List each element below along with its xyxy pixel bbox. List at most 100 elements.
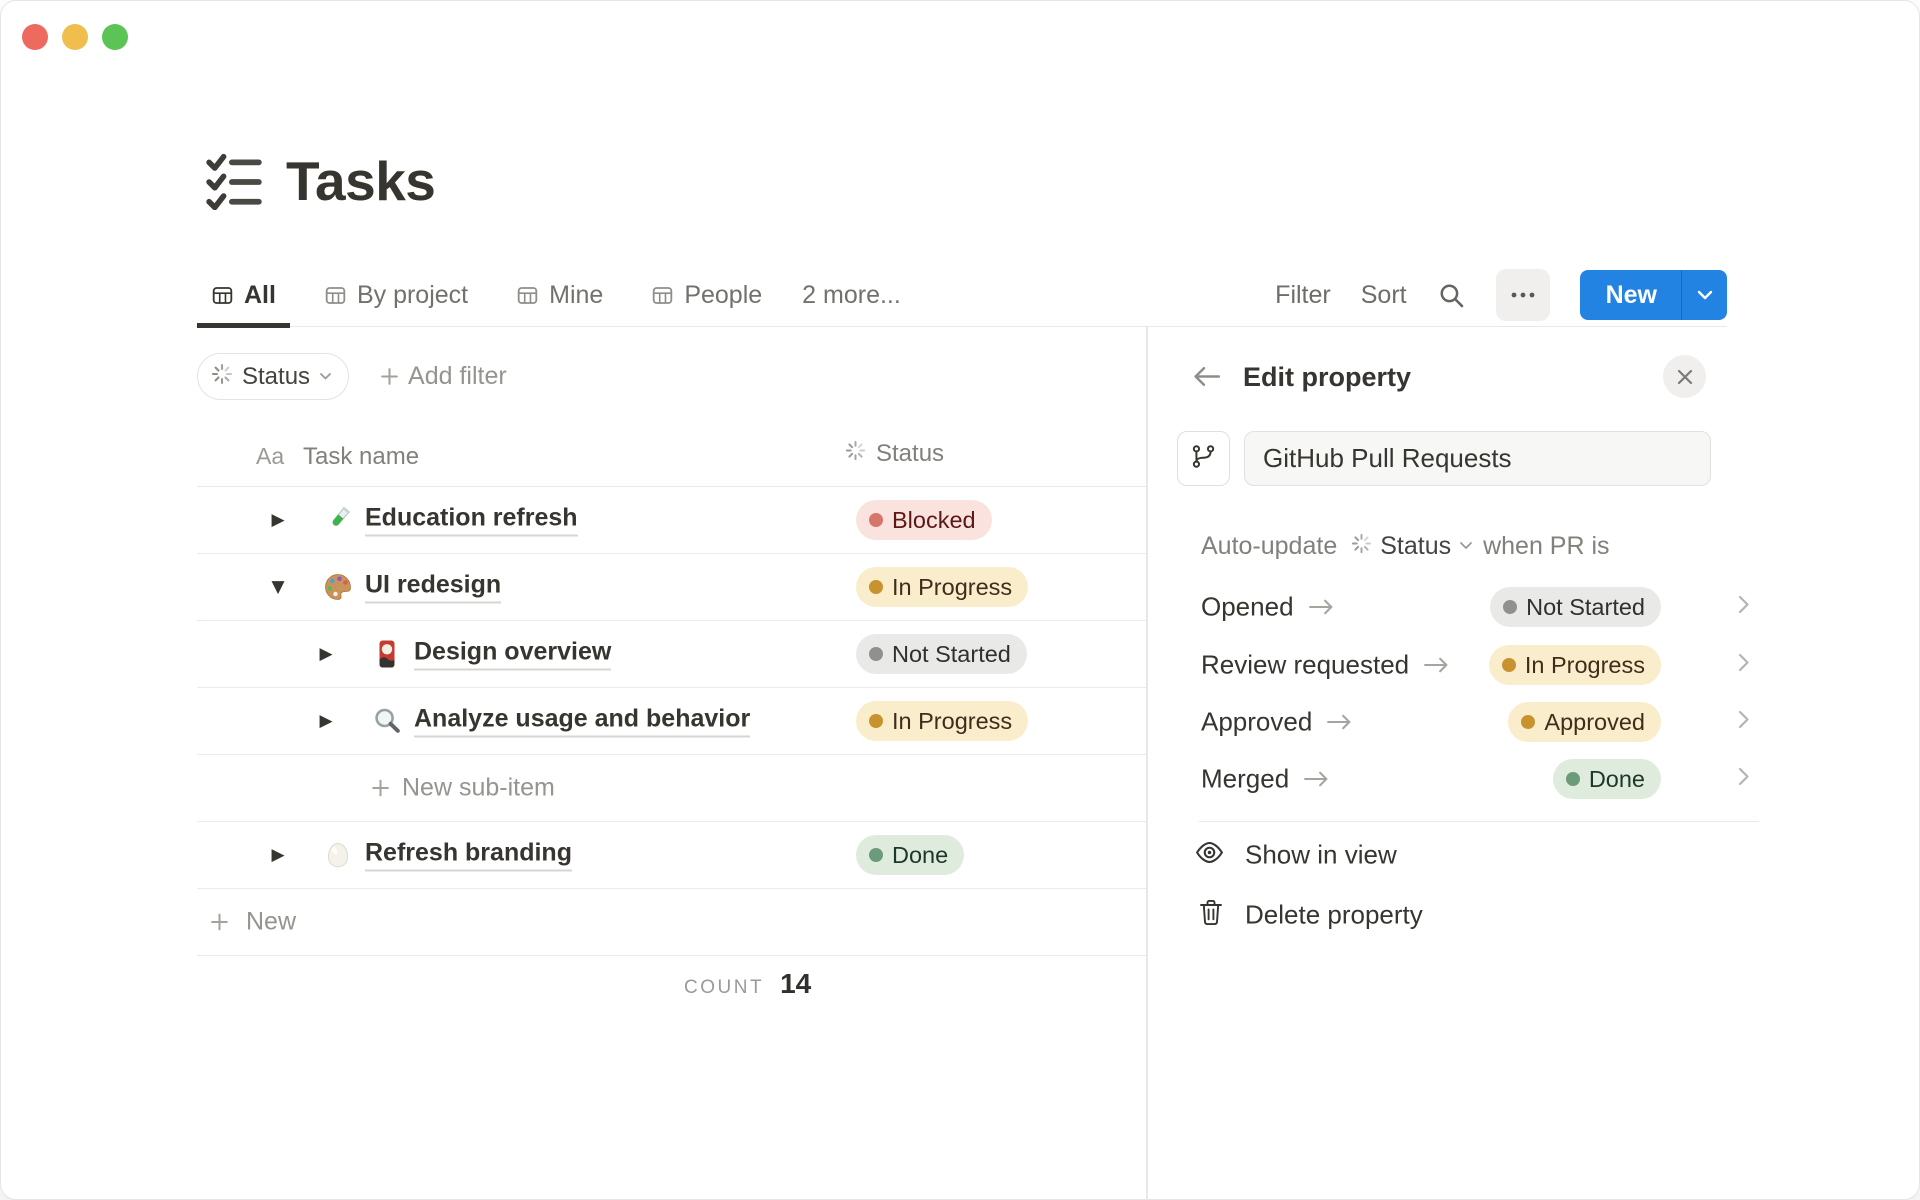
mapping-row[interactable]: Review requested In Progress bbox=[1201, 642, 1919, 688]
expand-toggle-icon[interactable]: ▶ bbox=[264, 510, 292, 530]
divider bbox=[1199, 821, 1759, 822]
search-icon[interactable] bbox=[1437, 281, 1466, 310]
status-pill[interactable]: Not Started bbox=[856, 634, 1027, 674]
new-row-label: New bbox=[246, 907, 297, 936]
chevron-down-icon bbox=[319, 368, 332, 386]
task-name-link[interactable]: Analyze usage and behavior bbox=[414, 705, 751, 738]
status-pill[interactable]: In Progress bbox=[856, 567, 1029, 607]
add-filter-button[interactable]: Add filter bbox=[379, 362, 507, 391]
sort-button[interactable]: Sort bbox=[1361, 281, 1407, 310]
show-in-view-label: Show in view bbox=[1245, 839, 1397, 870]
table-rows: ▶ Education refresh Blocked ▼ UI redesig… bbox=[197, 487, 1146, 956]
mapping-row[interactable]: Opened Not Started bbox=[1201, 584, 1919, 630]
new-dropdown-button[interactable] bbox=[1681, 270, 1727, 320]
status-pill[interactable]: Done bbox=[856, 835, 965, 875]
status-pill[interactable]: Done bbox=[1552, 759, 1661, 799]
arrow-right-icon bbox=[1308, 599, 1332, 615]
close-window-button[interactable] bbox=[22, 24, 48, 50]
tab-people[interactable]: People bbox=[637, 264, 776, 326]
chevron-down-icon bbox=[1459, 537, 1473, 555]
status-dot bbox=[1521, 715, 1536, 729]
task-name-link[interactable]: UI redesign bbox=[365, 571, 502, 604]
more-views-button[interactable]: 2 more... bbox=[796, 264, 907, 326]
table-header: Aa Task name Status bbox=[197, 429, 1146, 487]
tab-by-project[interactable]: By project bbox=[310, 264, 482, 326]
filter-button[interactable]: Filter bbox=[1275, 281, 1331, 310]
view-toolbar: All By project Mine People 2 more... Fil… bbox=[197, 264, 1727, 328]
status-pill[interactable]: Blocked bbox=[856, 500, 992, 540]
delete-property-label: Delete property bbox=[1245, 899, 1423, 930]
back-arrow-icon[interactable] bbox=[1191, 364, 1222, 394]
minimize-window-button[interactable] bbox=[62, 24, 88, 50]
status-filter-chip[interactable]: Status bbox=[197, 353, 350, 400]
chevron-right-icon[interactable] bbox=[1738, 595, 1750, 619]
expand-toggle-icon[interactable]: ▶ bbox=[312, 711, 340, 731]
arrow-right-icon bbox=[1327, 714, 1351, 730]
pr-event-label: Approved bbox=[1201, 706, 1313, 737]
property-name-input[interactable] bbox=[1244, 431, 1711, 486]
pr-event-label: Merged bbox=[1201, 763, 1290, 794]
tab-label: Mine bbox=[549, 280, 604, 309]
table-row[interactable]: ▶ Design overview Not Started bbox=[197, 621, 1146, 688]
show-in-view-button[interactable]: Show in view bbox=[1147, 832, 1919, 878]
auto-update-property-select[interactable]: Status bbox=[1351, 532, 1473, 561]
task-name-link[interactable]: Education refresh bbox=[365, 504, 578, 537]
chevron-right-icon[interactable] bbox=[1738, 710, 1750, 734]
column-header-status[interactable]: Status bbox=[845, 440, 944, 468]
status-dot bbox=[869, 848, 883, 862]
plus-icon bbox=[211, 913, 228, 931]
arrow-right-icon bbox=[1424, 657, 1448, 673]
tab-all[interactable]: All bbox=[197, 264, 290, 328]
edit-property-panel: Edit property Auto-update bbox=[1147, 327, 1919, 1199]
table-icon bbox=[651, 284, 674, 307]
count-label: COUNT bbox=[684, 977, 765, 998]
status-pill[interactable]: In Progress bbox=[856, 701, 1029, 741]
new-button-label[interactable]: New bbox=[1580, 270, 1681, 320]
task-name-link[interactable]: Design overview bbox=[414, 638, 612, 671]
egg-icon bbox=[323, 840, 353, 870]
status-pill[interactable]: Approved bbox=[1508, 702, 1661, 742]
table-icon bbox=[324, 284, 347, 307]
text-property-icon: Aa bbox=[256, 443, 285, 469]
more-options-button[interactable] bbox=[1495, 269, 1550, 321]
checklist-icon[interactable] bbox=[206, 152, 264, 210]
mapping-row[interactable]: Approved Approved bbox=[1201, 699, 1919, 745]
tab-mine[interactable]: Mine bbox=[502, 264, 617, 326]
pr-event-label: Review requested bbox=[1201, 649, 1410, 680]
close-icon[interactable] bbox=[1663, 355, 1706, 398]
chevron-right-icon[interactable] bbox=[1738, 767, 1750, 791]
new-sub-item-row[interactable]: New sub-item bbox=[197, 755, 1146, 822]
new-button[interactable]: New bbox=[1579, 270, 1727, 320]
status-chip-label: Status bbox=[242, 362, 311, 390]
status-pill[interactable]: In Progress bbox=[1488, 645, 1661, 685]
chevron-right-icon[interactable] bbox=[1738, 653, 1750, 677]
new-row[interactable]: New bbox=[197, 889, 1146, 956]
delete-property-button[interactable]: Delete property bbox=[1147, 892, 1919, 938]
status-dot bbox=[1501, 658, 1516, 672]
expand-toggle-icon[interactable]: ▶ bbox=[312, 644, 340, 664]
property-icon-button[interactable] bbox=[1177, 431, 1230, 486]
add-filter-label: Add filter bbox=[408, 362, 507, 390]
count-value[interactable]: 14 bbox=[780, 968, 811, 1000]
column-header-task-name[interactable]: Task name bbox=[303, 443, 419, 471]
plus-icon bbox=[372, 779, 389, 797]
status-spinner-icon bbox=[845, 440, 866, 468]
zoom-window-button[interactable] bbox=[102, 24, 128, 50]
table-row[interactable]: ▶ Refresh branding Done bbox=[197, 822, 1146, 889]
collapse-toggle-icon[interactable]: ▼ bbox=[264, 577, 292, 597]
tab-label: By project bbox=[356, 280, 469, 309]
status-dot bbox=[869, 647, 883, 661]
page-title: Tasks bbox=[286, 150, 436, 212]
status-pill[interactable]: Not Started bbox=[1490, 587, 1661, 627]
filter-bar: Status Add filter bbox=[197, 353, 507, 400]
test-tube-icon bbox=[323, 505, 353, 535]
expand-toggle-icon[interactable]: ▶ bbox=[264, 845, 292, 865]
task-name-link[interactable]: Refresh branding bbox=[365, 839, 572, 872]
mapping-row[interactable]: Merged Done bbox=[1201, 756, 1919, 802]
table-row[interactable]: ▼ UI redesign In Progress bbox=[197, 554, 1146, 621]
table-row[interactable]: ▶ Education refresh Blocked bbox=[197, 487, 1146, 554]
status-dot bbox=[869, 513, 883, 527]
toolbar-controls: Filter Sort New bbox=[1275, 269, 1727, 321]
arrow-right-icon bbox=[1304, 771, 1328, 787]
table-row[interactable]: ▶ Analyze usage and behavior In Progress bbox=[197, 688, 1146, 755]
